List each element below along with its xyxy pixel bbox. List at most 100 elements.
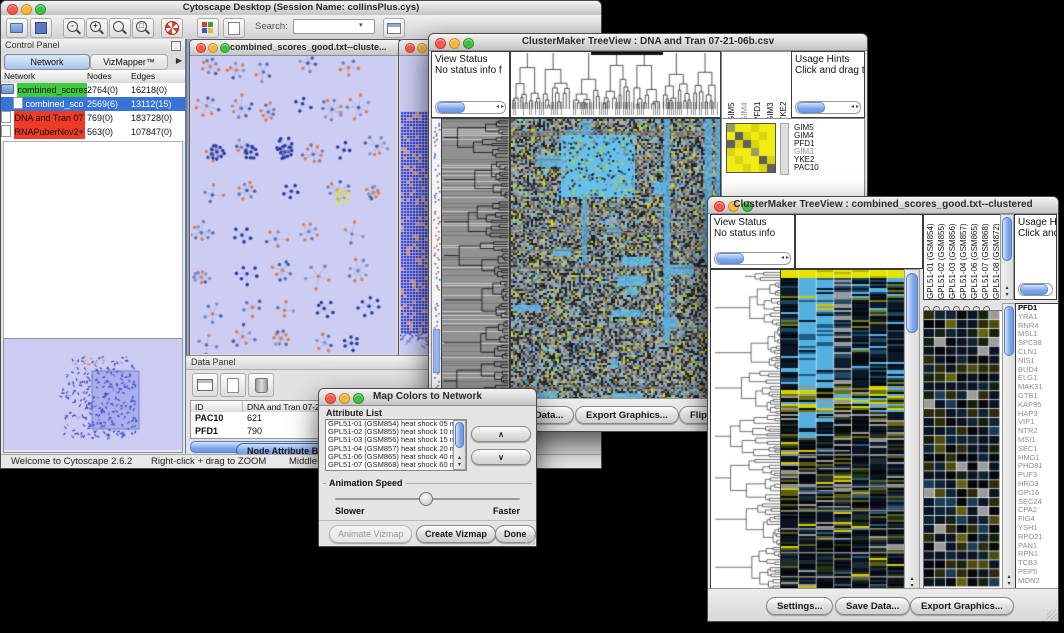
- scroll-right-icon[interactable]: ▸: [855, 103, 860, 112]
- scroll-up-icon[interactable]: ▴: [1007, 574, 1010, 580]
- close-icon[interactable]: [196, 43, 206, 53]
- attribute-list-scrollbar[interactable]: ▴▾: [453, 420, 466, 470]
- scroll-thumb[interactable]: [455, 422, 464, 448]
- export-graphics-button[interactable]: Export Graphics...: [575, 406, 679, 424]
- treeview1-title: ClusterMaker TreeView : DNA and Tran 07-…: [429, 36, 867, 47]
- network-name: RNAPuberNov2+: [14, 125, 85, 139]
- gene-marker-canvas[interactable]: [432, 119, 441, 400]
- network-window-titlebar[interactable]: combined_scores_good.txt--cluste...: [190, 40, 399, 56]
- zoom-view-panel[interactable]: [923, 310, 1003, 589]
- export-graphics-button[interactable]: Export Graphics...: [910, 597, 1014, 615]
- zoom-window-icon[interactable]: [220, 43, 230, 53]
- birdseye-canvas[interactable]: [4, 339, 182, 450]
- scroll-thumb[interactable]: [437, 102, 465, 113]
- close-icon[interactable]: [405, 43, 415, 53]
- network-window-title: combined_scores_good.txt--cluste...: [230, 42, 399, 52]
- attribute-select-button[interactable]: [192, 373, 218, 397]
- zoom-in-button[interactable]: +: [86, 18, 108, 38]
- minimize-icon[interactable]: [417, 43, 427, 53]
- zoom-vscrollbar[interactable]: [780, 123, 789, 175]
- create-vizmap-button[interactable]: Create Vizmap: [416, 525, 496, 543]
- zoom-heatmap-canvas[interactable]: [924, 311, 1000, 587]
- open-file-button[interactable]: [6, 18, 28, 38]
- scroll-thumb[interactable]: [716, 253, 744, 264]
- status-scrollbar[interactable]: ◂ ▸: [714, 252, 791, 265]
- network-list-empty-area: [3, 141, 183, 340]
- help-button[interactable]: [161, 18, 183, 38]
- zoom-out-button[interactable]: -: [63, 18, 85, 38]
- scroll-down-icon[interactable]: ▾: [1005, 292, 1008, 298]
- table-row[interactable]: RNAPuberNov2+ 563(0) 107847(0): [1, 125, 185, 139]
- attribute-list: GPL51-01 (GSM854) heat shock 05 minGPL51…: [325, 419, 467, 471]
- tab-overflow-icon[interactable]: ▶: [176, 56, 182, 65]
- new-attribute-button[interactable]: [220, 373, 246, 397]
- table-row[interactable]: DNA and Tran 07 769(0) 183728(0): [1, 111, 185, 125]
- heatmap-vscrollbar[interactable]: ▴▾: [904, 269, 920, 591]
- scroll-thumb[interactable]: [1002, 217, 1012, 261]
- speed-slider-thumb[interactable]: [419, 492, 433, 506]
- hints-scrollbar[interactable]: ◂ ▸: [795, 101, 861, 114]
- scroll-up-icon[interactable]: ▴: [910, 576, 913, 582]
- network-canvas[interactable]: [191, 56, 396, 354]
- column-dendrogram-panel[interactable]: [510, 51, 721, 118]
- animate-vizmap-button[interactable]: Animate Vizmap: [329, 525, 412, 543]
- table-tool-button[interactable]: [383, 18, 405, 38]
- row-dendrogram-panel[interactable]: [441, 118, 510, 401]
- move-up-button[interactable]: ∧: [471, 426, 531, 442]
- resize-grip[interactable]: [525, 535, 535, 545]
- row-dendrogram-canvas[interactable]: [442, 119, 509, 400]
- tab-vizmapper[interactable]: VizMapper™: [90, 54, 168, 70]
- zoom-selected-button[interactable]: □: [132, 18, 154, 38]
- heatmap-canvas[interactable]: [511, 119, 720, 400]
- row-dendrogram-panel[interactable]: [710, 269, 782, 591]
- zoom-heatmap-canvas[interactable]: [726, 123, 776, 173]
- scroll-down-icon[interactable]: ▾: [1007, 581, 1010, 587]
- heatmap-panel[interactable]: [780, 269, 906, 591]
- resize-grip[interactable]: [1047, 610, 1057, 620]
- main-titlebar[interactable]: Cytoscape Desktop (Session Name: collins…: [1, 1, 601, 16]
- gene-label[interactable]: MON2: [1018, 577, 1059, 586]
- attribute-item[interactable]: GPL51-07 (GSM868) heat shock 60 min: [326, 461, 466, 469]
- annotation-button[interactable]: [223, 18, 245, 38]
- vizmapper-button[interactable]: [197, 18, 219, 38]
- gene-list-scrollbar[interactable]: ▴▾: [1002, 303, 1016, 589]
- treeview2-titlebar[interactable]: ClusterMaker TreeView : combined_scores_…: [708, 197, 1058, 214]
- scroll-thumb[interactable]: [906, 273, 918, 333]
- column-dendrogram-canvas[interactable]: [511, 52, 718, 115]
- scroll-right-icon[interactable]: ▸: [500, 103, 505, 112]
- table-row-selected[interactable]: combined_sco 2569(6) 13112(15): [1, 97, 185, 111]
- scroll-thumb[interactable]: [1020, 284, 1048, 295]
- scroll-thumb[interactable]: [1004, 306, 1014, 356]
- tab-network[interactable]: Network: [4, 54, 90, 70]
- settings-button[interactable]: Settings...: [766, 597, 833, 615]
- table-row[interactable]: combined_scores 2764(0) 16218(0): [1, 83, 185, 97]
- zoom-fit-button[interactable]: [109, 18, 131, 38]
- scroll-thumb[interactable]: [797, 102, 825, 113]
- label-scrollbar[interactable]: ▴▾: [1000, 214, 1014, 300]
- hints-scrollbar[interactable]: [1018, 283, 1053, 296]
- birdseye-view[interactable]: [3, 338, 183, 453]
- scroll-right-icon[interactable]: ▸: [785, 254, 790, 263]
- minimize-icon[interactable]: [208, 43, 218, 53]
- treeview1-titlebar[interactable]: ClusterMaker TreeView : DNA and Tran 07-…: [429, 34, 867, 51]
- scroll-up-icon[interactable]: ▴: [1005, 285, 1008, 291]
- dialog-titlebar[interactable]: Map Colors to Network: [319, 389, 536, 406]
- search-label: Search:: [255, 21, 288, 32]
- float-panel-icon[interactable]: [171, 41, 181, 51]
- vizmap-icon: [202, 22, 207, 27]
- move-down-button[interactable]: ∨: [471, 449, 531, 465]
- save-button[interactable]: [30, 18, 52, 38]
- usage-hints-title: Usage Hints: [792, 52, 864, 65]
- column-dendrogram-panel[interactable]: [795, 214, 923, 269]
- delete-attribute-button[interactable]: [248, 373, 274, 397]
- desktop: Cytoscape Desktop (Session Name: collins…: [0, 0, 1064, 633]
- array-label: GPL51-06 (GSM865): [970, 215, 980, 299]
- heatmap-canvas[interactable]: [781, 270, 905, 590]
- scroll-down-icon[interactable]: ▾: [458, 462, 461, 468]
- status-scrollbar[interactable]: ◂ ▸: [435, 101, 506, 114]
- row-dendrogram-canvas[interactable]: [711, 270, 781, 590]
- heatmap-panel[interactable]: [510, 118, 721, 401]
- scroll-up-icon[interactable]: ▴: [458, 455, 461, 461]
- save-data-button[interactable]: Save Data...: [835, 597, 910, 615]
- search-dropdown-icon[interactable]: ▾: [359, 21, 363, 29]
